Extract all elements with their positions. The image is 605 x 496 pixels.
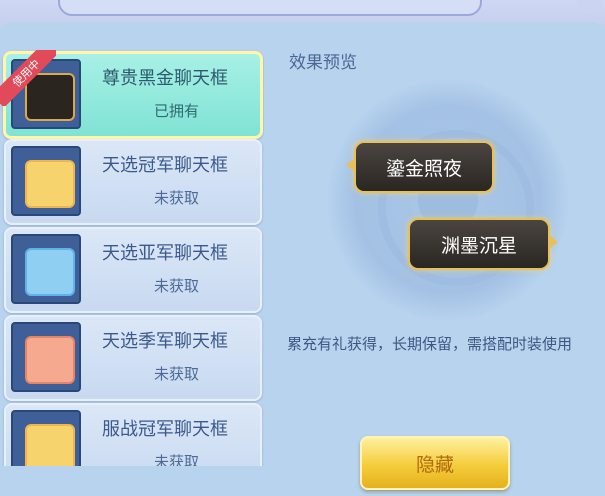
frame-item-black-gold[interactable]: 使用中 尊贵黑金聊天框 已拥有: [0, 50, 263, 139]
blue-bubble-icon: [25, 248, 75, 296]
frame-thumbnail: [11, 322, 81, 392]
frame-name: 天选亚军聊天框: [102, 243, 228, 264]
hide-button[interactable]: 隐藏: [360, 436, 510, 490]
frame-status: 未获取: [154, 453, 200, 466]
preview-bubble-text-1: 鎏金照夜: [385, 157, 462, 180]
bubble-tail-right: [548, 234, 558, 250]
gold-bubble-icon: [25, 160, 75, 208]
bubble-tail-left: [346, 157, 356, 173]
preview-chat-bubble-1: 鎏金照夜: [346, 141, 494, 193]
frame-thumbnail: [11, 410, 81, 466]
preview-bubble-text-2: 渊墨沉星: [440, 234, 517, 257]
salmon-bubble-icon: [25, 336, 75, 384]
frame-item-third-place[interactable]: 天选季军聊天框 未获取: [4, 315, 262, 401]
frame-thumbnail: [11, 234, 81, 304]
chat-frame-list[interactable]: 使用中 尊贵黑金聊天框 已拥有 天选冠军聊天框 未获取 天选亚军聊天框 未获取 …: [0, 48, 264, 466]
frame-item-runner-up[interactable]: 天选亚军聊天框 未获取: [4, 227, 262, 313]
frame-status: 未获取: [154, 365, 200, 383]
frame-status: 已拥有: [154, 102, 200, 120]
frame-item-server-champion[interactable]: 服战冠军聊天框 未获取: [4, 403, 262, 466]
frame-description: 累充有礼获得，长期保留，需搭配时装使用: [287, 335, 573, 353]
frame-name: 天选冠军聊天框: [102, 155, 228, 176]
in-use-label: 使用中: [0, 50, 56, 106]
frame-status: 未获取: [154, 277, 200, 295]
frame-status: 未获取: [154, 189, 200, 207]
frame-name: 尊贵黑金聊天框: [102, 68, 228, 89]
top-tab-decoration: [58, 0, 482, 16]
frame-name: 服战冠军聊天框: [102, 419, 228, 440]
frame-name: 天选季军聊天框: [102, 331, 228, 352]
in-use-ribbon: 使用中: [0, 50, 56, 106]
emblem-watermark-icon: [328, 80, 568, 320]
preview-chat-bubble-2: 渊墨沉星: [408, 218, 558, 270]
frame-item-champion[interactable]: 天选冠军聊天框 未获取: [4, 139, 262, 225]
crown-bubble-icon: [25, 424, 75, 466]
preview-title: 效果预览: [289, 53, 357, 73]
frame-thumbnail: [11, 146, 81, 216]
